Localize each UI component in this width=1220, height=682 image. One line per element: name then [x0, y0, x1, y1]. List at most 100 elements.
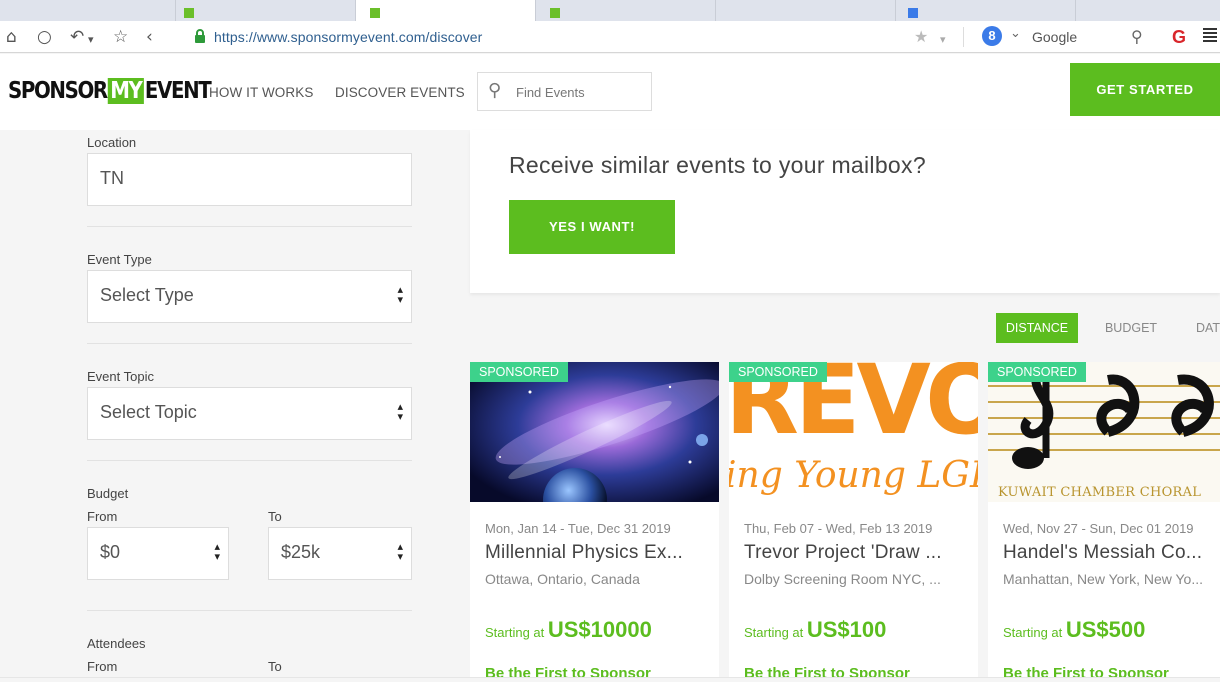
sponsored-badge: SPONSORED: [729, 362, 827, 382]
event-topic-value: Select Topic: [100, 402, 197, 422]
divider: [87, 226, 412, 227]
sponsored-badge: SPONSORED: [470, 362, 568, 382]
tab-favicon-icon: [550, 8, 560, 18]
music-notes-image: [988, 369, 1220, 469]
extension-menu-icon[interactable]: [1203, 28, 1217, 44]
sponsored-badge: SPONSORED: [988, 362, 1086, 382]
attendees-from-label: From: [87, 659, 118, 674]
yes-i-want-button[interactable]: YES I WANT!: [509, 200, 675, 254]
budget-label: Budget: [87, 486, 129, 501]
event-topic-label: Event Topic: [87, 369, 154, 384]
budget-to-value: $25k: [281, 542, 321, 562]
toolbar-separator: [963, 27, 964, 47]
event-image[interactable]: [470, 362, 719, 502]
divider: [87, 460, 412, 461]
back-icon[interactable]: ‹: [146, 27, 153, 47]
location-input[interactable]: TN: [87, 153, 412, 206]
price-label: Starting at: [744, 625, 807, 640]
event-image-caption: KUWAIT CHAMBER CHORAL: [998, 485, 1202, 500]
search-icon[interactable]: ⚲: [1131, 27, 1143, 46]
nav-discover-events[interactable]: DISCOVER EVENTS: [335, 85, 465, 100]
event-location: Ottawa, Ontario, Canada: [485, 571, 640, 587]
browser-tab[interactable]: [716, 0, 896, 21]
sort-budget-button[interactable]: BUDGET: [1095, 313, 1167, 343]
event-card[interactable]: REVO ing Young LGBTQ SPONSORED Thu, Feb …: [729, 362, 978, 682]
event-location: Manhattan, New York, New Yo...: [1003, 571, 1204, 587]
attendees-to-label: To: [268, 659, 282, 674]
event-date: Mon, Jan 14 - Tue, Dec 31 2019: [485, 521, 671, 536]
divider: [87, 610, 412, 611]
tab-favicon-icon: [370, 8, 380, 18]
budget-to-label: To: [268, 509, 282, 524]
event-card[interactable]: SPONSORED Mon, Jan 14 - Tue, Dec 31 2019…: [470, 362, 719, 682]
event-type-select[interactable]: Select Type ▴ ▾: [87, 270, 412, 323]
attendees-label: Attendees: [87, 636, 146, 651]
reload-icon[interactable]: ○: [37, 27, 52, 47]
favorite-star-icon[interactable]: ★: [914, 27, 928, 46]
price-amount: US$100: [806, 617, 887, 642]
search-engine-icon[interactable]: 8: [982, 26, 1002, 46]
get-started-button[interactable]: GET STARTED: [1070, 63, 1220, 116]
site-header: SPONSOR MY EVENT HOW IT WORKS DISCOVER EVE…: [0, 54, 1220, 130]
price-amount: US$10000: [547, 617, 652, 642]
lock-icon: [195, 29, 205, 43]
location-value: TN: [100, 168, 124, 188]
favorite-dropdown-icon[interactable]: ▾: [940, 30, 946, 50]
event-price: Starting at US$10000: [485, 617, 652, 643]
find-events-input[interactable]: [516, 83, 641, 101]
event-card[interactable]: KUWAIT CHAMBER CHORAL SPONSORED Wed, Nov…: [988, 362, 1220, 682]
event-title[interactable]: Millennial Physics Ex...: [485, 542, 683, 564]
chevron-down-icon[interactable]: ⌄: [1010, 26, 1021, 41]
event-title[interactable]: Trevor Project 'Draw ...: [744, 542, 942, 564]
browser-tab-active[interactable]: [356, 0, 536, 21]
tab-favicon-icon: [908, 8, 918, 18]
event-image-tagline: ing Young LGBTQ: [729, 455, 978, 496]
tab-favicon-icon: [184, 8, 194, 18]
home-icon[interactable]: ⌂: [6, 27, 17, 47]
event-image[interactable]: KUWAIT CHAMBER CHORAL: [988, 362, 1220, 502]
select-arrows-icon: ▴ ▾: [397, 400, 403, 423]
bookmark-star-icon[interactable]: ☆: [113, 27, 128, 47]
select-arrows-icon: ▴ ▾: [214, 540, 220, 563]
browser-tab-strip: [0, 0, 1220, 21]
search-engine-label[interactable]: Google: [1032, 29, 1077, 45]
browser-tab[interactable]: [0, 0, 176, 21]
sort-date-button[interactable]: DATE: [1184, 313, 1220, 343]
nav-how-it-works[interactable]: HOW IT WORKS: [209, 85, 313, 100]
page-bottom-edge: [0, 677, 1220, 682]
find-events-box[interactable]: ⚲: [477, 72, 652, 111]
budget-to-select[interactable]: $25k ▴ ▾: [268, 527, 412, 580]
subscribe-card: Receive similar events to your mailbox? …: [470, 130, 1220, 293]
undo-icon[interactable]: ↶: [70, 27, 84, 47]
event-date: Thu, Feb 07 - Wed, Feb 13 2019: [744, 521, 933, 536]
browser-tab[interactable]: [896, 0, 1076, 21]
event-date: Wed, Nov 27 - Sun, Dec 01 2019: [1003, 521, 1194, 536]
event-title[interactable]: Handel's Messiah Co...: [1003, 542, 1202, 564]
browser-tab[interactable]: [176, 0, 356, 21]
galaxy-image: [470, 362, 719, 502]
event-topic-select[interactable]: Select Topic ▴ ▾: [87, 387, 412, 440]
budget-from-label: From: [87, 509, 118, 524]
price-amount: US$500: [1065, 617, 1146, 642]
divider: [87, 343, 412, 344]
logo-text-my: MY: [107, 78, 145, 104]
browser-tab[interactable]: [536, 0, 716, 21]
event-image[interactable]: REVO ing Young LGBTQ: [729, 362, 978, 502]
extension-icon[interactable]: G: [1172, 27, 1192, 47]
select-arrows-icon: ▴ ▾: [397, 540, 403, 563]
event-type-label: Event Type: [87, 252, 152, 267]
address-bar-url[interactable]: https://www.sponsormyevent.com/discover: [214, 29, 482, 45]
event-location: Dolby Screening Room NYC, ...: [744, 571, 941, 587]
undo-dropdown-icon[interactable]: ▾: [88, 30, 94, 50]
logo-text-event: EVENT: [144, 78, 212, 104]
select-arrows-icon: ▴ ▾: [397, 283, 403, 306]
sort-distance-button[interactable]: DISTANCE: [996, 313, 1078, 343]
site-logo[interactable]: SPONSOR MY EVENT: [8, 78, 212, 108]
price-label: Starting at: [485, 625, 548, 640]
browser-toolbar: ⌂ ○ ↶ ▾ ☆ ‹ https://www.sponsormyevent.c…: [0, 21, 1220, 53]
event-price: Starting at US$500: [1003, 617, 1145, 643]
page: ⌂ ○ ↶ ▾ ☆ ‹ https://www.sponsormyevent.c…: [0, 0, 1220, 682]
budget-from-value: $0: [100, 542, 121, 562]
logo-text-sponsor: SPONSOR: [8, 78, 108, 104]
budget-from-select[interactable]: $0 ▴ ▾: [87, 527, 229, 580]
